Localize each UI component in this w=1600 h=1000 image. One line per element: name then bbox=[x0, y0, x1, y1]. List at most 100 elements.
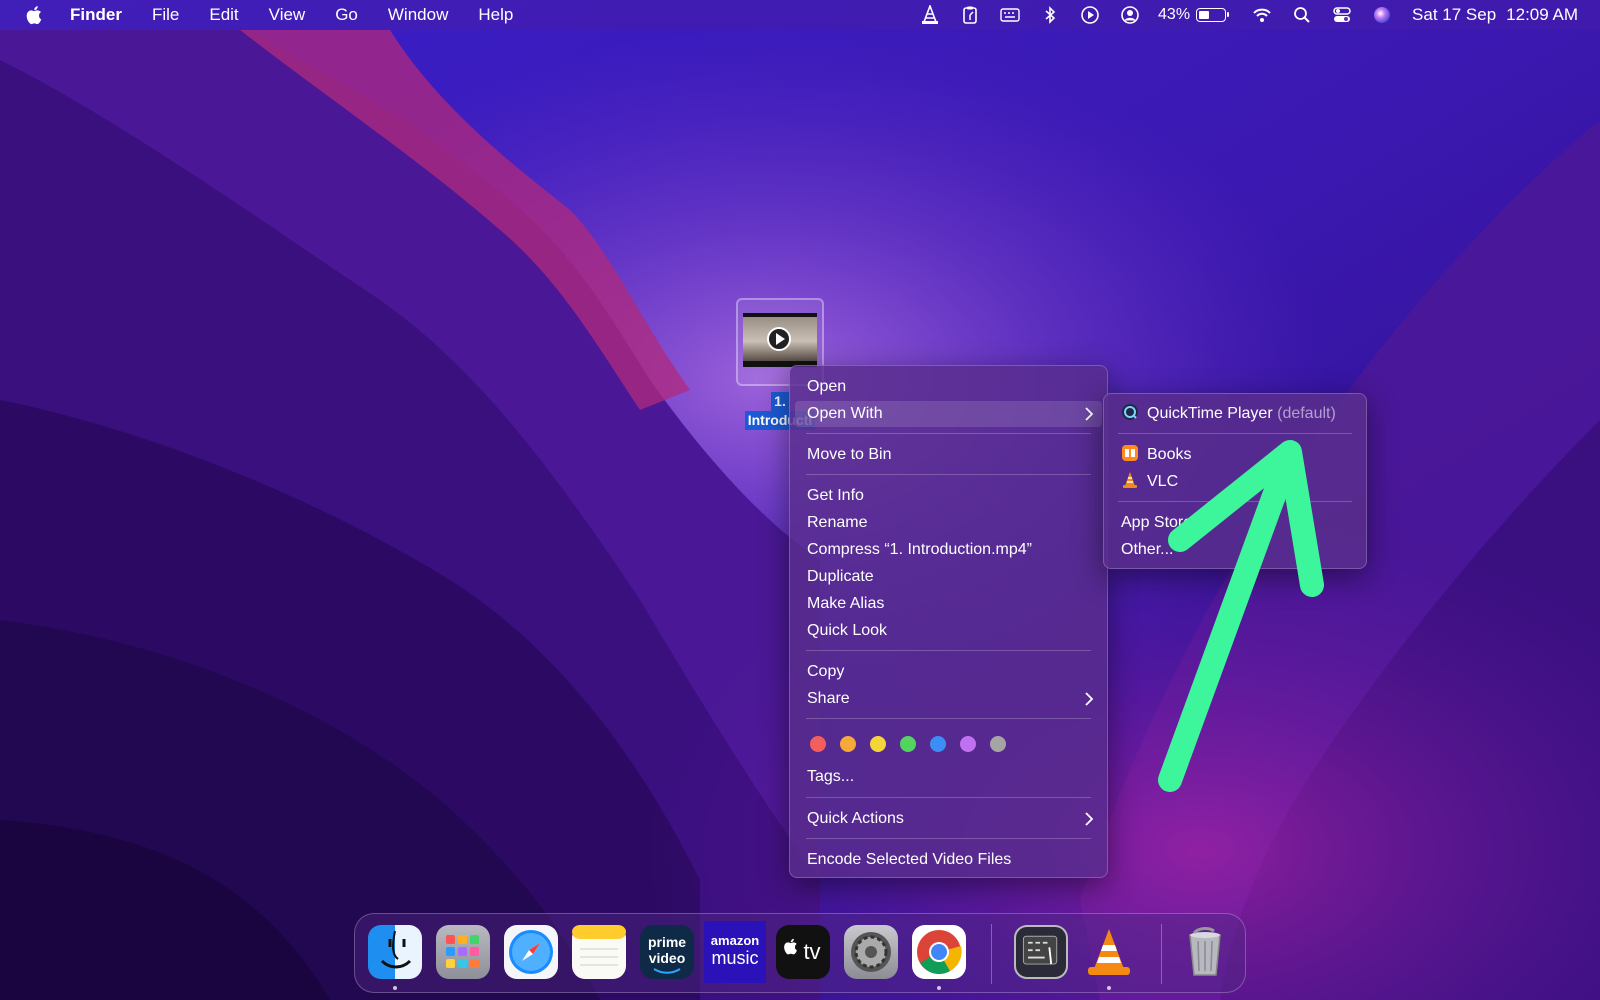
menu-item-compress[interactable]: Compress “1. Introduction.mp4” bbox=[795, 537, 1102, 563]
vlc-cone-icon[interactable] bbox=[920, 5, 940, 25]
menu-item-copy[interactable]: Copy bbox=[795, 659, 1102, 685]
submenu-item-vlc[interactable]: VLC bbox=[1109, 469, 1361, 495]
vlc-icon bbox=[1123, 472, 1137, 488]
battery-percentage: 43% bbox=[1158, 6, 1191, 23]
menu-item-encode-video[interactable]: Encode Selected Video Files bbox=[795, 847, 1102, 873]
menu-item-encode-video-label: Encode Selected Video Files bbox=[807, 851, 1012, 868]
tag-orange[interactable] bbox=[840, 736, 856, 752]
books-icon bbox=[1122, 445, 1138, 461]
menu-item-make-alias[interactable]: Make Alias bbox=[795, 591, 1102, 617]
submenu-separator bbox=[1118, 501, 1352, 502]
vlc-running-dot bbox=[1107, 986, 1111, 990]
tag-red[interactable] bbox=[810, 736, 826, 752]
apple-tv-text: tv bbox=[803, 939, 821, 964]
menu-item-move-to-bin[interactable]: Move to Bin bbox=[795, 442, 1102, 468]
books-label: Books bbox=[1147, 446, 1192, 463]
play-circle-icon[interactable] bbox=[1080, 5, 1100, 25]
menu-item-open[interactable]: Open bbox=[795, 374, 1102, 400]
menu-window[interactable]: Window bbox=[388, 5, 448, 25]
bluetooth-icon[interactable] bbox=[1040, 5, 1060, 25]
menu-item-share[interactable]: Share bbox=[795, 686, 1102, 712]
tag-colors-row bbox=[810, 736, 1020, 752]
keyboard-icon[interactable] bbox=[1000, 5, 1020, 25]
chrome-icon[interactable] bbox=[912, 925, 966, 979]
menu-bar: Finder File Edit View Go Window Help 43% bbox=[0, 0, 1600, 30]
control-center-icon[interactable] bbox=[1332, 5, 1352, 25]
apple-tv-icon[interactable]: tv bbox=[776, 925, 830, 979]
quicktime-icon bbox=[1122, 404, 1138, 420]
menu-item-copy-label: Copy bbox=[807, 663, 845, 680]
prime-video-icon[interactable]: prime video bbox=[640, 925, 694, 979]
clock-time: 12:09 AM bbox=[1506, 5, 1578, 24]
tag-purple[interactable] bbox=[960, 736, 976, 752]
menu-item-get-info[interactable]: Get Info bbox=[795, 483, 1102, 509]
battery-icon[interactable] bbox=[1196, 8, 1230, 22]
menu-item-tags-label: Tags... bbox=[807, 768, 855, 785]
tag-blue[interactable] bbox=[930, 736, 946, 752]
other-label: Other... bbox=[1121, 541, 1174, 558]
launchpad-icon[interactable] bbox=[436, 925, 490, 979]
chevron-right-icon bbox=[1084, 401, 1094, 430]
clock-date: Sat 17 Sep bbox=[1412, 5, 1497, 24]
amazon-music-icon[interactable]: amazon music bbox=[704, 921, 766, 983]
submenu-item-app-store[interactable]: App Store... bbox=[1109, 510, 1361, 536]
tag-yellow[interactable] bbox=[870, 736, 886, 752]
menu-item-quick-actions-label: Quick Actions bbox=[807, 810, 904, 827]
menu-item-compress-label: Compress “1. Introduction.mp4” bbox=[807, 541, 1032, 558]
menu-edit[interactable]: Edit bbox=[209, 5, 238, 25]
trash-icon[interactable] bbox=[1178, 925, 1232, 979]
submenu-item-quicktime[interactable]: QuickTime Player (default) bbox=[1109, 401, 1361, 427]
menu-item-duplicate[interactable]: Duplicate bbox=[795, 564, 1102, 590]
quicktime-default-label: (default) bbox=[1277, 405, 1336, 422]
chrome-running-dot bbox=[937, 986, 941, 990]
context-menu: Open Open With Move to Bin Get Info Rena… bbox=[789, 365, 1108, 878]
menu-item-share-label: Share bbox=[807, 690, 850, 707]
menu-item-rename[interactable]: Rename bbox=[795, 510, 1102, 536]
menu-item-quick-actions[interactable]: Quick Actions bbox=[795, 806, 1102, 832]
menu-view[interactable]: View bbox=[269, 5, 306, 25]
battery-level-fill bbox=[1199, 11, 1209, 19]
finder-icon[interactable] bbox=[368, 925, 422, 979]
submenu-item-books[interactable]: Books bbox=[1109, 442, 1361, 468]
system-preferences-icon[interactable] bbox=[844, 925, 898, 979]
app-store-label: App Store... bbox=[1121, 514, 1206, 531]
menu-separator bbox=[806, 433, 1091, 434]
vlc-label: VLC bbox=[1147, 473, 1179, 490]
chevron-right-icon bbox=[1084, 806, 1094, 835]
menu-go[interactable]: Go bbox=[335, 5, 358, 25]
menu-item-quick-look[interactable]: Quick Look bbox=[795, 618, 1102, 644]
notes-icon[interactable] bbox=[572, 925, 626, 979]
dock-divider bbox=[991, 924, 992, 984]
tag-green[interactable] bbox=[900, 736, 916, 752]
menu-item-tags[interactable]: Tags... bbox=[795, 764, 1102, 790]
file-name-line1: 1. bbox=[771, 392, 789, 411]
menu-app-finder[interactable]: Finder bbox=[70, 5, 122, 25]
keyboard-viewer-icon[interactable] bbox=[1014, 925, 1068, 979]
menu-separator bbox=[806, 797, 1091, 798]
submenu-separator bbox=[1118, 433, 1352, 434]
tag-gray[interactable] bbox=[990, 736, 1006, 752]
spotlight-search-icon[interactable] bbox=[1292, 5, 1312, 25]
vlc-icon[interactable] bbox=[1082, 925, 1136, 979]
menu-item-quick-look-label: Quick Look bbox=[807, 622, 888, 639]
user-circle-icon[interactable] bbox=[1120, 5, 1140, 25]
menu-help[interactable]: Help bbox=[478, 5, 513, 25]
wifi-icon[interactable] bbox=[1252, 5, 1272, 25]
clipboard-icon[interactable] bbox=[960, 5, 980, 25]
video-thumbnail bbox=[743, 313, 817, 367]
apple-logo-icon[interactable] bbox=[24, 4, 46, 26]
siri-icon[interactable] bbox=[1372, 5, 1392, 25]
menu-item-make-alias-label: Make Alias bbox=[807, 595, 885, 612]
amazon-music-text-1: amazon bbox=[710, 933, 760, 948]
amazon-music-text-2: music bbox=[711, 948, 759, 968]
menu-separator bbox=[806, 718, 1091, 719]
submenu-item-other[interactable]: Other... bbox=[1109, 537, 1361, 563]
play-icon bbox=[767, 327, 791, 351]
menu-separator bbox=[806, 838, 1091, 839]
finder-running-dot bbox=[393, 986, 397, 990]
menu-file[interactable]: File bbox=[152, 5, 179, 25]
menubar-clock[interactable]: Sat 17 Sep 12:09 AM bbox=[1412, 5, 1578, 25]
menu-item-get-info-label: Get Info bbox=[807, 487, 864, 504]
safari-icon[interactable] bbox=[504, 925, 558, 979]
menu-item-open-with[interactable]: Open With bbox=[795, 401, 1102, 427]
